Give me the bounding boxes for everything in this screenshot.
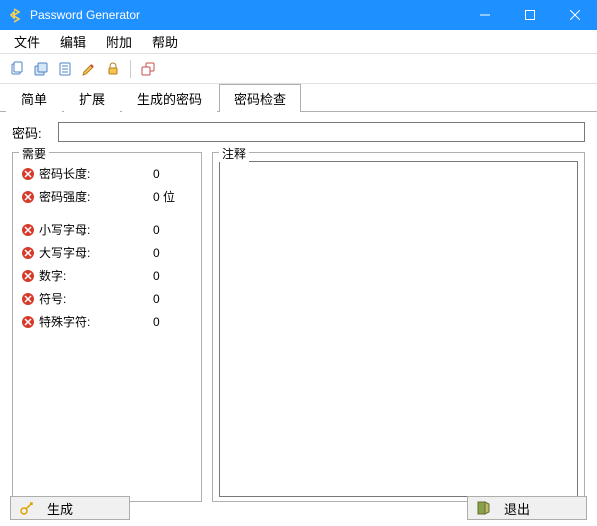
toolbar-copy-icon[interactable] bbox=[6, 58, 28, 80]
req-special-value: 0 bbox=[153, 315, 193, 329]
req-strength: 密码强度: 0 位 bbox=[21, 188, 193, 205]
toolbar-edit-icon[interactable] bbox=[78, 58, 100, 80]
req-digits-value: 0 bbox=[153, 269, 193, 283]
req-lower-label: 小写字母: bbox=[39, 221, 149, 238]
req-lower-value: 0 bbox=[153, 223, 193, 237]
tab-simple[interactable]: 简单 bbox=[6, 84, 62, 112]
req-lower: 小写字母: 0 bbox=[21, 221, 193, 238]
window-controls bbox=[462, 0, 597, 30]
fail-icon bbox=[21, 190, 35, 204]
menu-extra[interactable]: 附加 bbox=[96, 29, 142, 54]
menu-help[interactable]: 帮助 bbox=[142, 29, 188, 54]
req-upper: 大写字母: 0 bbox=[21, 244, 193, 261]
fail-icon bbox=[21, 315, 35, 329]
password-row: 密码: bbox=[12, 122, 585, 142]
main-area: 需要 密码长度: 0 密码强度: 0 位 小写字母: 0 大写字母: 0 bbox=[12, 152, 585, 502]
req-special: 特殊字符: 0 bbox=[21, 313, 193, 330]
req-length: 密码长度: 0 bbox=[21, 165, 193, 182]
tab-password-check[interactable]: 密码检查 bbox=[219, 84, 301, 112]
toolbar bbox=[0, 54, 597, 84]
key-icon bbox=[19, 500, 35, 516]
exit-icon bbox=[476, 500, 492, 516]
fail-icon bbox=[21, 246, 35, 260]
window-title: Password Generator bbox=[30, 8, 462, 22]
fail-icon bbox=[21, 269, 35, 283]
exit-button[interactable]: 退出 bbox=[467, 496, 587, 520]
password-label: 密码: bbox=[12, 123, 50, 142]
exit-label: 退出 bbox=[504, 499, 586, 518]
req-length-label: 密码长度: bbox=[39, 165, 149, 182]
toolbar-overlap-icon[interactable] bbox=[137, 58, 159, 80]
req-strength-label: 密码强度: bbox=[39, 188, 149, 205]
req-length-value: 0 bbox=[153, 167, 193, 181]
tab-generated[interactable]: 生成的密码 bbox=[122, 84, 217, 112]
toolbar-duplicate-icon[interactable] bbox=[30, 58, 52, 80]
menu-edit[interactable]: 编辑 bbox=[50, 29, 96, 54]
fail-icon bbox=[21, 167, 35, 181]
fail-icon bbox=[21, 292, 35, 306]
minimize-button[interactable] bbox=[462, 0, 507, 30]
generate-label: 生成 bbox=[47, 499, 129, 518]
notes-area[interactable] bbox=[219, 161, 578, 497]
requirements-title: 需要 bbox=[19, 145, 49, 162]
toolbar-lock-icon[interactable] bbox=[102, 58, 124, 80]
req-special-label: 特殊字符: bbox=[39, 313, 149, 330]
menu-file[interactable]: 文件 bbox=[4, 29, 50, 54]
notes-box: 注释 bbox=[212, 152, 585, 502]
toolbar-separator bbox=[130, 60, 131, 78]
req-symbols: 符号: 0 bbox=[21, 290, 193, 307]
generate-button[interactable]: 生成 bbox=[10, 496, 130, 520]
req-symbols-value: 0 bbox=[153, 292, 193, 306]
req-digits: 数字: 0 bbox=[21, 267, 193, 284]
notes-title: 注释 bbox=[219, 145, 249, 162]
req-digits-label: 数字: bbox=[39, 267, 149, 284]
requirements-box: 需要 密码长度: 0 密码强度: 0 位 小写字母: 0 大写字母: 0 bbox=[12, 152, 202, 502]
req-strength-value: 0 位 bbox=[153, 188, 193, 205]
req-symbols-label: 符号: bbox=[39, 290, 149, 307]
footer: 生成 退出 bbox=[10, 496, 587, 520]
titlebar: Password Generator bbox=[0, 0, 597, 30]
app-icon bbox=[8, 7, 24, 23]
close-button[interactable] bbox=[552, 0, 597, 30]
req-upper-value: 0 bbox=[153, 246, 193, 260]
maximize-button[interactable] bbox=[507, 0, 552, 30]
menubar: 文件 编辑 附加 帮助 bbox=[0, 30, 597, 54]
password-input[interactable] bbox=[58, 122, 585, 142]
tab-content: 密码: 需要 密码长度: 0 密码强度: 0 位 小写字母: 0 bbox=[0, 112, 597, 510]
req-upper-label: 大写字母: bbox=[39, 244, 149, 261]
fail-icon bbox=[21, 223, 35, 237]
tab-bar: 简单 扩展 生成的密码 密码检查 bbox=[0, 88, 597, 112]
toolbar-document-icon[interactable] bbox=[54, 58, 76, 80]
tab-extended[interactable]: 扩展 bbox=[64, 84, 120, 112]
